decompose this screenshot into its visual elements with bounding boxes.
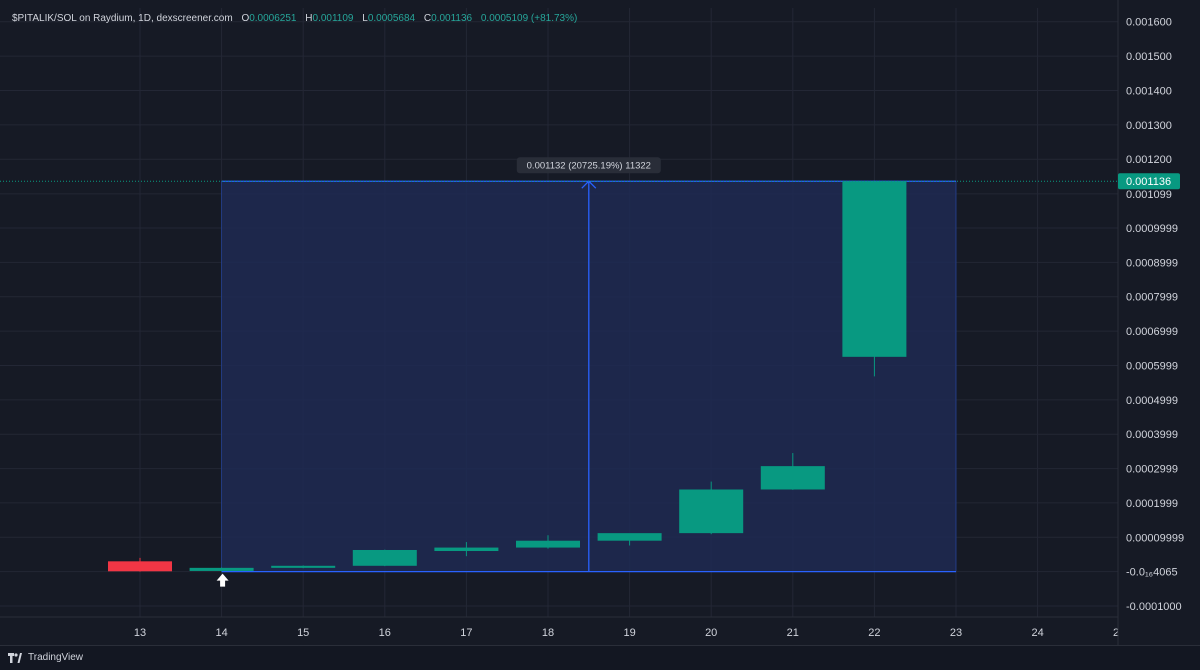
tradingview-logo-icon bbox=[8, 652, 22, 663]
low-value: 0.0005684 bbox=[367, 13, 416, 24]
candle-body[interactable] bbox=[189, 567, 254, 571]
y-tick-label: 0.001200 bbox=[1126, 154, 1172, 166]
y-tick-label: 0.0009999 bbox=[1126, 223, 1178, 235]
y-tick-label: 0.0007999 bbox=[1126, 292, 1178, 304]
chart-legend-header: $PITALIK/SOL on Raydium, 1D, dexscreener… bbox=[12, 13, 577, 24]
y-tick-label: 0.0006999 bbox=[1126, 326, 1178, 338]
y-tick-label: 0.001400 bbox=[1126, 85, 1172, 97]
candle-body[interactable] bbox=[760, 466, 825, 490]
y-tick-label: 0.001500 bbox=[1126, 51, 1172, 63]
x-tick-label: 13 bbox=[134, 627, 146, 639]
y-tick-label: 0.0004999 bbox=[1126, 395, 1178, 407]
measure-tooltip-text: 0.001132 (20725.19%) 11322 bbox=[527, 161, 651, 172]
candle-body[interactable] bbox=[597, 533, 662, 541]
candle-body[interactable] bbox=[516, 540, 580, 548]
high-value: 0.001109 bbox=[312, 13, 354, 24]
x-tick-label: 24 bbox=[1031, 627, 1043, 639]
x-tick-label: 19 bbox=[623, 627, 635, 639]
close-value: 0.001136 bbox=[431, 13, 473, 24]
x-tick-label: 21 bbox=[787, 627, 799, 639]
y-tick-label: -0.0₁₆4065 bbox=[1126, 567, 1178, 579]
chart-area[interactable]: 0.001600 0.001500 0.001400 0.001300 0.001200… bbox=[0, 0, 1200, 645]
y-tick-label: 0.001300 bbox=[1126, 120, 1172, 132]
y-tick-label: 0.0003999 bbox=[1126, 429, 1178, 441]
x-tick-label: 15 bbox=[297, 627, 309, 639]
tradingview-logo[interactable]: TradingView bbox=[8, 652, 83, 663]
y-tick-label: 0.0001999 bbox=[1126, 498, 1178, 510]
y-tick-label: 0.001099 bbox=[1126, 189, 1172, 201]
open-value: 0.0006251 bbox=[249, 13, 297, 24]
y-tick-label: 0.0002999 bbox=[1126, 464, 1178, 476]
x-tick-label: 17 bbox=[460, 627, 472, 639]
candle-body[interactable] bbox=[434, 547, 499, 552]
y-tick-label: 0.0005999 bbox=[1126, 360, 1178, 372]
y-tick-label: 0.001600 bbox=[1126, 17, 1172, 29]
symbol-title: $PITALIK/SOL on Raydium, 1D, dexscreener… bbox=[12, 13, 233, 24]
candle-body[interactable] bbox=[108, 561, 172, 572]
high-label: H bbox=[305, 13, 313, 24]
x-tick-label: 20 bbox=[705, 627, 717, 639]
candle-body[interactable] bbox=[271, 565, 336, 568]
tradingview-brand: TradingView bbox=[28, 652, 84, 663]
candle-body[interactable] bbox=[842, 181, 907, 357]
change-value: 0.0005109 (+81.73%) bbox=[480, 13, 578, 24]
y-tick-label: 0.0008999 bbox=[1126, 257, 1178, 269]
price-chart[interactable]: 0.001600 0.001500 0.001400 0.001300 0.001200… bbox=[0, 0, 1200, 645]
x-tick-label: 18 bbox=[542, 627, 554, 639]
candle-body[interactable] bbox=[352, 549, 417, 566]
x-tick-label: 16 bbox=[379, 627, 391, 639]
x-tick-label: 22 bbox=[868, 627, 880, 639]
y-tick-label: 0.00009999 bbox=[1126, 532, 1184, 544]
x-tick-label: 23 bbox=[950, 627, 962, 639]
footer-bar: TradingView bbox=[0, 645, 1200, 670]
current-price-tag-label: 0.001136 bbox=[1126, 176, 1171, 188]
x-tick-label: 14 bbox=[215, 627, 227, 639]
y-tick-label: -0.0001000 bbox=[1126, 601, 1182, 613]
candle-body[interactable] bbox=[679, 489, 744, 534]
